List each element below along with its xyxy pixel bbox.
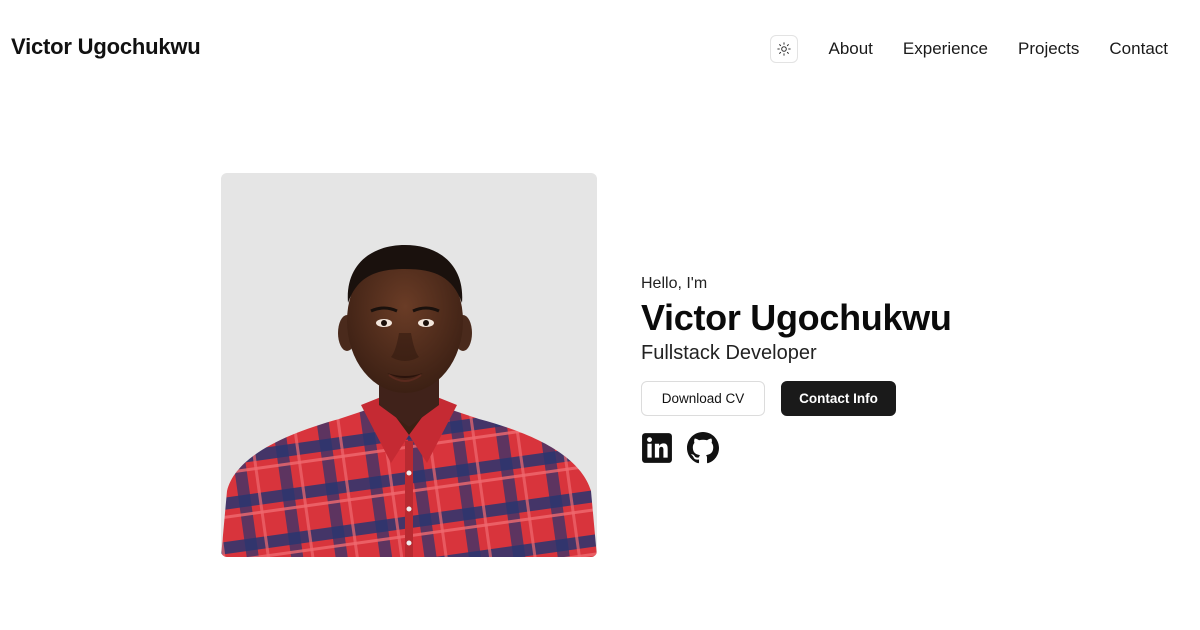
- top-nav: About Experience Projects Contact: [770, 34, 1168, 64]
- nav-link-about[interactable]: About: [828, 39, 872, 59]
- download-cv-button[interactable]: Download CV: [641, 381, 765, 416]
- theme-toggle-button[interactable]: [770, 35, 799, 63]
- portfolio-page: Victor Ugochukwu About Experience Projec…: [0, 0, 1200, 630]
- nav-link-projects[interactable]: Projects: [1018, 39, 1079, 59]
- linkedin-icon[interactable]: [641, 432, 673, 464]
- sun-icon: [777, 42, 792, 56]
- github-icon[interactable]: [687, 432, 719, 464]
- brand-logo[interactable]: Victor Ugochukwu: [11, 34, 201, 60]
- profile-photo: [221, 173, 597, 557]
- hero-actions: Download CV Contact Info: [641, 381, 1061, 416]
- hero-name: Victor Ugochukwu: [641, 297, 952, 338]
- hero-role: Fullstack Developer: [641, 342, 817, 364]
- contact-info-button[interactable]: Contact Info: [781, 381, 896, 416]
- hero-intro: Hello, I'm Victor Ugochukwu Fullstack De…: [641, 274, 1061, 464]
- social-links: [641, 432, 1061, 464]
- greeting-text: Hello, I'm: [641, 275, 708, 292]
- nav-link-experience[interactable]: Experience: [903, 39, 988, 59]
- nav-link-contact[interactable]: Contact: [1109, 39, 1168, 59]
